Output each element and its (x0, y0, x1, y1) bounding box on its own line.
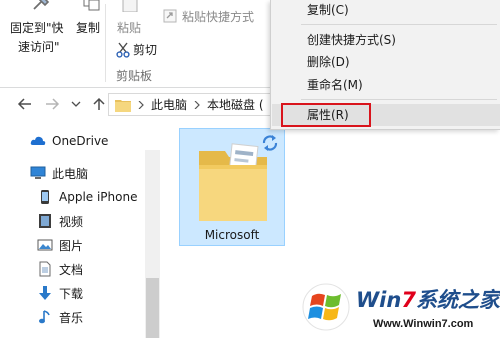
menu-separator (301, 99, 497, 100)
context-menu: 复制(C) 创建快捷方式(S) 删除(D) 重命名(M) 属性(R) (270, 0, 500, 130)
menu-item-delete[interactable]: 删除(D) (307, 52, 350, 72)
nav-item-label: 音乐 (59, 310, 84, 325)
download-icon (39, 286, 51, 300)
scissors-icon (116, 42, 130, 58)
breadcrumb-this-pc[interactable]: 此电脑 (151, 96, 187, 113)
paste-shortcut-button[interactable]: 粘贴快捷方式 (163, 7, 254, 25)
folder-name: Microsoft (204, 228, 260, 242)
cloud-icon (30, 136, 46, 145)
nav-item-pictures[interactable]: 图片 (37, 235, 83, 255)
breadcrumb-local-disk[interactable]: 本地磁盘 ( (207, 96, 264, 113)
nav-item-videos[interactable]: 视频 (37, 211, 83, 231)
watermark: Win7系统之家 Www.Winwin7.com (298, 280, 500, 338)
paste-shortcut-icon (163, 9, 177, 23)
brand-seven: 7 (401, 288, 416, 312)
nav-pane-scrollbar[interactable] (145, 150, 160, 338)
computer-icon (30, 166, 46, 179)
menu-item-create-shortcut[interactable]: 创建快捷方式(S) (307, 30, 396, 50)
menu-item-copy[interactable]: 复制(C) (307, 0, 349, 20)
navigation-pane: OneDrive 此电脑 Apple iPhone 视频 图片 文档 下载 音乐 (0, 120, 160, 338)
ribbon-separator (105, 4, 106, 82)
back-arrow-icon[interactable] (17, 96, 33, 112)
video-icon (39, 214, 51, 228)
breadcrumb-chevron-icon (194, 100, 200, 109)
nav-item-apple-iphone[interactable]: Apple iPhone (37, 187, 137, 207)
nav-item-music[interactable]: 音乐 (37, 307, 83, 327)
copy-icon (83, 0, 100, 11)
watermark-url: Www.Winwin7.com (373, 318, 474, 330)
picture-icon (37, 239, 53, 251)
nav-item-onedrive[interactable]: OneDrive (30, 131, 108, 151)
nav-item-label: 下载 (59, 286, 84, 301)
pin-label-line1: 固定到"快 (10, 21, 64, 35)
sync-arrows-icon (262, 135, 278, 151)
nav-item-label: OneDrive (52, 134, 109, 148)
paste-shortcut-label: 粘贴快捷方式 (182, 9, 255, 24)
paste-label: 粘贴 (117, 21, 142, 35)
nav-item-downloads[interactable]: 下载 (37, 283, 83, 303)
pin-label-line2: 速访问" (18, 40, 60, 54)
nav-item-documents[interactable]: 文档 (37, 259, 83, 279)
brand-prefix: Win (356, 288, 402, 312)
phone-icon (41, 190, 49, 204)
document-icon (39, 261, 51, 277)
folder-tile-selected[interactable]: Microsoft (179, 128, 285, 246)
nav-item-this-pc[interactable]: 此电脑 (30, 163, 88, 183)
clipboard-group-label: 剪贴板 (116, 69, 153, 83)
music-icon (39, 310, 50, 324)
folder-icon (115, 99, 131, 112)
nav-item-label: 视频 (59, 214, 84, 229)
cut-button[interactable]: 剪切 (116, 41, 157, 58)
cut-label: 剪切 (133, 43, 158, 57)
brand-suffix: 系统之家 (415, 288, 500, 312)
nav-item-label: 文档 (59, 262, 84, 277)
breadcrumb-chevron-icon (138, 100, 144, 109)
watermark-brand: Win7系统之家 (356, 284, 500, 314)
nav-item-label: 此电脑 (52, 166, 89, 181)
recent-locations-chevron-icon[interactable] (71, 96, 81, 112)
annotation-highlight-box (281, 103, 371, 127)
menu-item-rename[interactable]: 重命名(M) (307, 75, 363, 95)
up-arrow-icon[interactable] (91, 96, 107, 112)
address-bar[interactable]: 此电脑 本地磁盘 ( (108, 93, 278, 116)
scrollbar-thumb[interactable] (146, 278, 159, 338)
nav-item-label: 图片 (59, 238, 84, 253)
windows-logo-icon (302, 283, 350, 331)
forward-arrow-icon[interactable] (44, 96, 60, 112)
pin-icon (33, 0, 50, 10)
menu-separator (301, 24, 497, 25)
clipboard-icon (122, 0, 138, 12)
copy-label: 复制 (76, 21, 101, 35)
nav-item-label: Apple iPhone (59, 190, 138, 204)
